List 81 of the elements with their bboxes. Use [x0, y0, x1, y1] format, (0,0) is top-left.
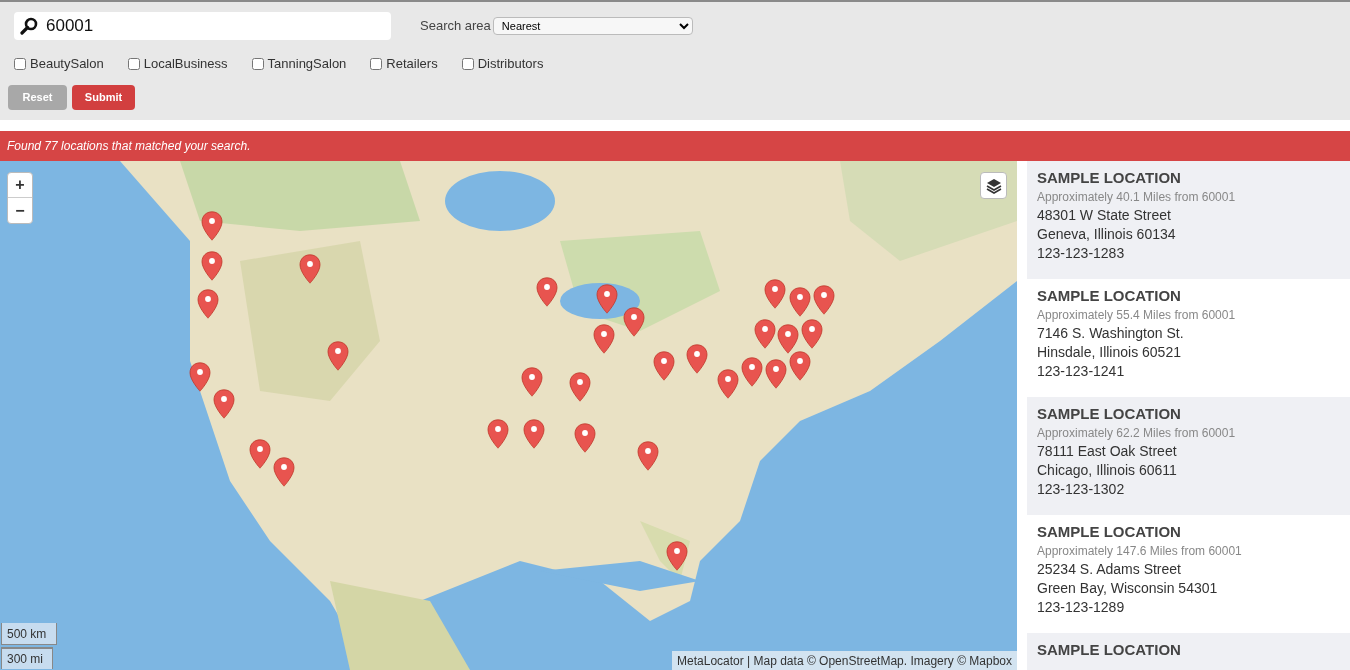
location-street: 25234 S. Adams Street	[1037, 560, 1182, 579]
map-marker[interactable]	[593, 324, 615, 354]
map-marker[interactable]	[574, 423, 596, 453]
map-marker[interactable]	[189, 362, 211, 392]
category-label: LocalBusiness	[143, 55, 228, 73]
category-checkbox[interactable]	[251, 57, 264, 70]
map-marker[interactable]	[789, 287, 811, 317]
map-marker[interactable]	[536, 277, 558, 307]
map[interactable]: + − 500 km 300 mi MetaLocator | Map data © OpenStreetMap. Imagery © Mapbox	[0, 161, 1017, 670]
location-card[interactable]: SAMPLE LOCATION Approximately 40.1 Miles from 60001 48301 W State Street Geneva, Illinois 60134 123-123-1283	[1027, 161, 1350, 279]
map-marker[interactable]	[487, 419, 509, 449]
map-marker[interactable]	[765, 359, 787, 389]
result-banner: Found 77 locations that matched your search.	[0, 131, 1350, 161]
map-marker[interactable]	[686, 344, 708, 374]
search-field[interactable]: 60001	[14, 12, 391, 40]
map-marker[interactable]	[637, 441, 659, 471]
location-city: Hinsdale, Illinois 60521	[1037, 343, 1182, 362]
location-street: 48301 W State Street	[1037, 206, 1172, 225]
map-marker[interactable]	[801, 319, 823, 349]
map-marker[interactable]	[653, 351, 675, 381]
map-marker[interactable]	[197, 289, 219, 319]
location-phone: 123-123-1302	[1037, 480, 1126, 499]
submit-button[interactable]: Submit	[72, 84, 135, 110]
map-marker[interactable]	[201, 251, 223, 281]
search-input[interactable]: 60001	[46, 13, 366, 39]
location-card[interactable]: SAMPLE LOCATION Approximately 62.2 Miles from 60001 78111 East Oak Street Chicago, Illinois 60611 123-123-1302	[1027, 397, 1350, 515]
category-checkbox[interactable]	[461, 57, 474, 70]
map-marker[interactable]	[623, 307, 645, 337]
category-checkbox[interactable]	[127, 57, 140, 70]
location-card[interactable]: SAMPLE LOCATION	[1027, 633, 1350, 670]
location-name: SAMPLE LOCATION	[1037, 522, 1182, 541]
location-city: Chicago, Illinois 60611	[1037, 461, 1178, 480]
location-city: Geneva, Illinois 60134	[1037, 225, 1177, 244]
zoom-out-button[interactable]: −	[8, 198, 32, 223]
map-marker[interactable]	[201, 211, 223, 241]
map-marker[interactable]	[754, 319, 776, 349]
map-marker[interactable]	[777, 324, 799, 354]
location-phone: 123-123-1283	[1037, 244, 1126, 263]
scale-bar: 500 km	[1, 623, 57, 645]
location-name: SAMPLE LOCATION	[1037, 404, 1182, 423]
location-distance: Approximately 40.1 Miles from 60001	[1037, 189, 1237, 206]
location-distance: Approximately 62.2 Miles from 60001	[1037, 425, 1237, 442]
location-city: Green Bay, Wisconsin 54301	[1037, 579, 1219, 598]
map-marker[interactable]	[789, 351, 811, 381]
category-label: Distributors	[477, 55, 544, 73]
map-marker[interactable]	[249, 439, 271, 469]
map-marker[interactable]	[813, 285, 835, 315]
map-marker[interactable]	[213, 389, 235, 419]
location-name: SAMPLE LOCATION	[1037, 640, 1182, 659]
map-marker[interactable]	[299, 254, 321, 284]
category-label: Retailers	[386, 55, 438, 73]
category-label: TanningSalon	[267, 55, 347, 73]
map-attribution: MetaLocator | Map data © OpenStreetMap. Imagery © Mapbox	[672, 651, 1017, 670]
map-marker[interactable]	[273, 457, 295, 487]
location-street: 78111 East Oak Street	[1037, 442, 1178, 461]
layers-button[interactable]	[980, 172, 1007, 199]
category-checkbox[interactable]	[14, 57, 26, 70]
map-marker[interactable]	[764, 279, 786, 309]
scale-bar: 300 mi	[1, 647, 53, 669]
map-marker[interactable]	[717, 369, 739, 399]
map-marker[interactable]	[569, 372, 591, 402]
search-area-label: Search area	[420, 17, 491, 36]
map-marker[interactable]	[327, 341, 349, 371]
location-name: SAMPLE LOCATION	[1037, 168, 1182, 187]
location-phone: 123-123-1241	[1037, 362, 1126, 381]
search-area-select[interactable]: Nearest	[492, 17, 693, 35]
category-checkbox[interactable]	[370, 57, 383, 70]
location-distance: Approximately 55.4 Miles from 60001	[1037, 307, 1237, 324]
search-icon	[20, 17, 38, 35]
location-distance: Approximately 147.6 Miles from 60001	[1037, 543, 1243, 560]
category-label: BeautySalon	[30, 55, 104, 73]
location-name: SAMPLE LOCATION	[1037, 286, 1182, 305]
location-street: 7146 S. Washington St.	[1037, 324, 1185, 343]
map-marker[interactable]	[523, 419, 545, 449]
location-phone: 123-123-1289	[1037, 598, 1126, 617]
zoom-in-button[interactable]: +	[8, 173, 32, 198]
map-marker[interactable]	[666, 541, 688, 571]
map-marker[interactable]	[596, 284, 618, 314]
map-marker[interactable]	[741, 357, 763, 387]
map-marker[interactable]	[521, 367, 543, 397]
layers-icon	[985, 177, 1002, 194]
